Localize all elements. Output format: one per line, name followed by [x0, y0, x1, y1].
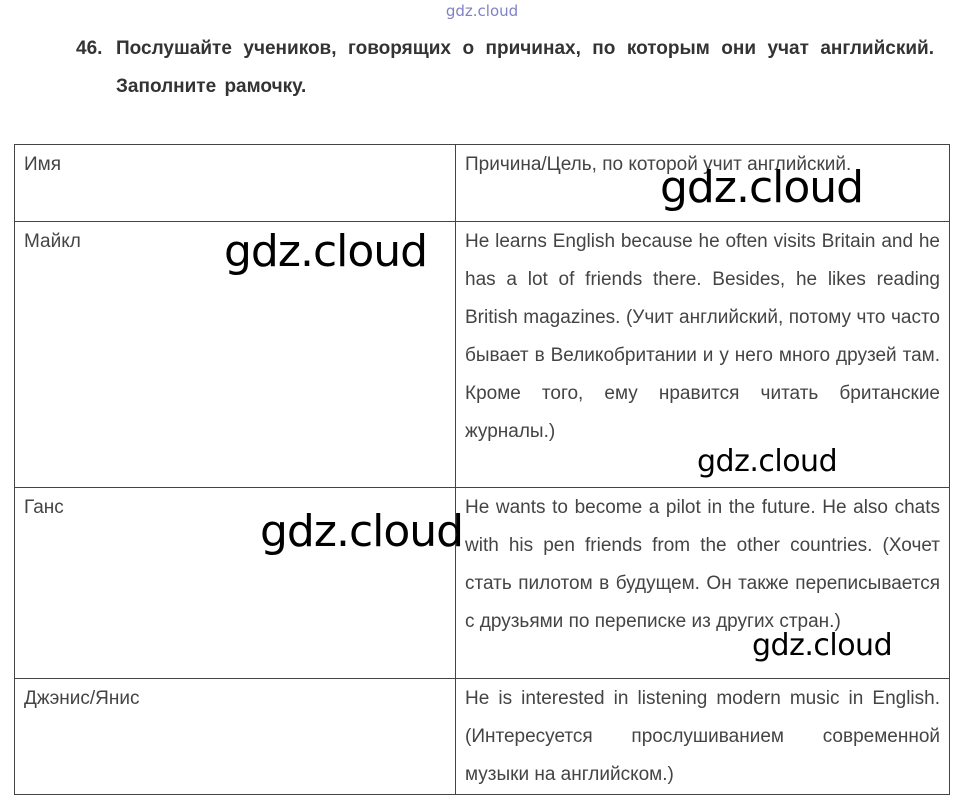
table-row: Ганс He wants to become a pilot in the f…	[14, 487, 950, 679]
answer-table: Имя Причина/Цель, по которой учит англий…	[14, 144, 950, 795]
student-name: Майкл	[14, 221, 456, 488]
table-header-row: Имя Причина/Цель, по которой учит англий…	[14, 144, 950, 222]
top-watermark: gdz.cloud	[445, 2, 519, 20]
student-name: Джэнис/Янис	[14, 678, 456, 795]
task-number: 46.	[76, 38, 103, 59]
student-reason: He wants to become a pilot in the future…	[455, 487, 950, 679]
task-instruction: 46. Послушайте учеников, говорящих о при…	[76, 30, 934, 106]
student-name: Ганс	[14, 487, 456, 679]
table-row: Майкл He learns English because he often…	[14, 221, 950, 488]
student-reason: He learns English because he often visit…	[455, 221, 950, 488]
header-name: Имя	[14, 144, 456, 222]
task-text: Послушайте учеников, говорящих о причина…	[116, 38, 934, 97]
table-row: Джэнис/Янис He is interested in listenin…	[14, 678, 950, 795]
header-reason: Причина/Цель, по которой учит английский…	[455, 144, 950, 222]
student-reason: He is interested in listening modern mus…	[455, 678, 950, 795]
